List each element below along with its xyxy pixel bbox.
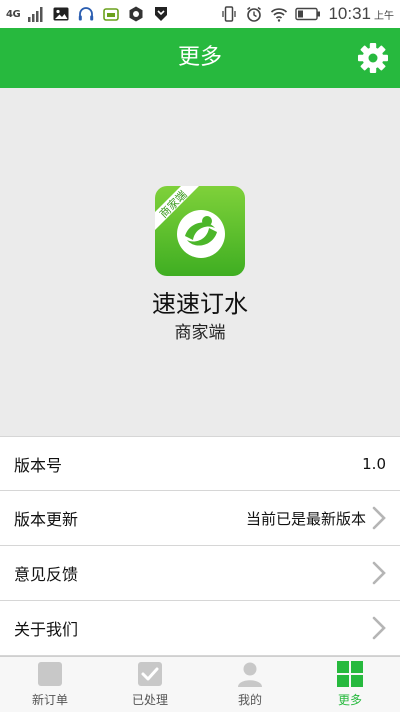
update-status: 当前已是最新版本 xyxy=(245,509,366,528)
image-icon xyxy=(53,7,69,21)
app-info: 商家端 速速订水 商家端 xyxy=(0,88,400,436)
wifi-icon xyxy=(271,8,288,22)
tab-processed[interactable]: 已处理 xyxy=(100,657,200,712)
tab-label: 我的 xyxy=(237,693,262,707)
status-bar: 4G 10:31 上午 xyxy=(0,0,400,28)
vibrate-icon xyxy=(222,6,237,22)
chevron-right-icon xyxy=(372,506,386,530)
tab-mine[interactable]: 我的 xyxy=(200,657,300,712)
tab-label: 已处理 xyxy=(131,693,168,707)
status-time: 10:31 xyxy=(328,4,371,23)
feedback-label: 意见反馈 xyxy=(14,565,79,584)
battery-icon xyxy=(295,7,321,21)
status-left: 4G xyxy=(6,5,170,23)
network-label: 4G xyxy=(6,8,21,20)
app-logo: 商家端 xyxy=(155,186,245,276)
app-subtitle: 商家端 xyxy=(174,323,226,343)
headset-icon xyxy=(78,7,94,21)
chevron-right-icon xyxy=(372,561,386,585)
status-right: 10:31 上午 xyxy=(220,4,394,24)
settings-list: 版本号 1.0 版本更新 当前已是最新版本 意见反馈 关于我们 xyxy=(0,436,400,656)
tab-bar: 新订单 已处理 我的 更多 xyxy=(0,656,400,712)
tab-label: 更多 xyxy=(337,693,362,707)
status-ampm: 上午 xyxy=(374,10,394,22)
grid-icon xyxy=(337,661,363,687)
signal-icon xyxy=(28,7,43,22)
update-label: 版本更新 xyxy=(14,510,79,529)
version-value: 1.0 xyxy=(362,454,386,473)
about-row[interactable]: 关于我们 xyxy=(0,601,400,656)
tab-new-orders[interactable]: 新订单 xyxy=(0,657,100,712)
about-label: 关于我们 xyxy=(14,620,79,639)
user-icon xyxy=(238,662,262,687)
gear-icon xyxy=(358,43,388,73)
title-bar: 更多 xyxy=(0,28,400,88)
new-order-icon xyxy=(38,662,62,686)
store-icon xyxy=(103,8,119,21)
alarm-icon xyxy=(247,6,262,22)
shield-icon xyxy=(155,7,168,21)
update-row[interactable]: 版本更新 当前已是最新版本 xyxy=(0,491,400,546)
page-title: 更多 xyxy=(177,45,222,70)
chevron-right-icon xyxy=(372,616,386,640)
tab-label: 新订单 xyxy=(31,693,68,707)
checked-icon xyxy=(138,662,162,686)
version-row: 版本号 1.0 xyxy=(0,436,400,491)
tab-more[interactable]: 更多 xyxy=(300,657,400,712)
version-label: 版本号 xyxy=(14,455,63,475)
settings-button[interactable] xyxy=(356,41,390,75)
settings-hex-icon xyxy=(129,6,143,22)
feedback-row[interactable]: 意见反馈 xyxy=(0,546,400,601)
app-name: 速速订水 xyxy=(152,290,248,318)
